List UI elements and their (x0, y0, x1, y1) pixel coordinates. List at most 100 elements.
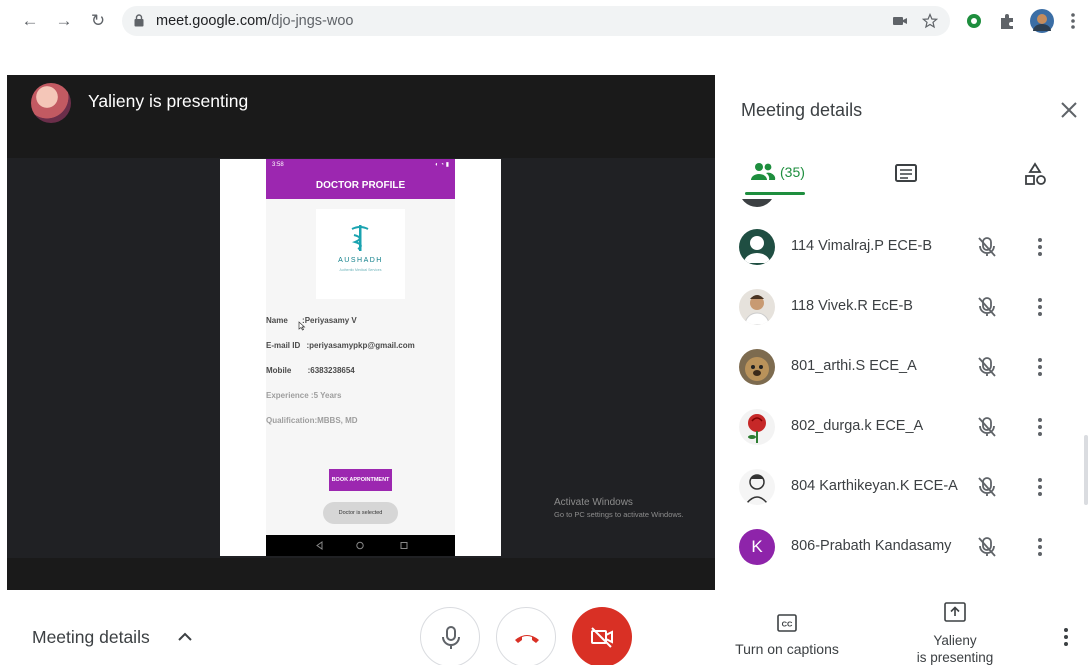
book-appointment-button: BOOK APPOINTMENT (329, 469, 392, 491)
participant-row[interactable]: 118 Vivek.R EcE-B (715, 277, 1089, 337)
phone-nav-icons (316, 541, 408, 550)
chevron-up-icon[interactable] (176, 628, 194, 646)
avatar-initial: K (739, 529, 775, 565)
participant-row[interactable]: 802_durga.k ECE_A (715, 397, 1089, 457)
microphone-button[interactable] (420, 607, 480, 665)
back-arrow-icon[interactable]: ← (18, 9, 42, 33)
lock-icon (134, 14, 144, 27)
mouse-cursor-icon (298, 321, 306, 331)
meet-window: ← → ↻ meet.google.com/djo-jngs-woo Yalie… (0, 0, 1089, 665)
phone-status-bar: 3:58 ◐ ◔ ▮ (266, 159, 455, 171)
avatar (739, 229, 775, 265)
activate-windows-watermark: Activate Windows Go to PC settings to ac… (554, 497, 684, 519)
tab-people[interactable]: (35) (750, 159, 810, 189)
participant-name: 114 Vimalraj.P ECE-B (791, 238, 933, 254)
caduceus-logo-icon (351, 225, 369, 251)
activities-icon[interactable] (1022, 159, 1048, 189)
stage-bottom-strip (7, 558, 715, 590)
panel-title: Meeting details (741, 100, 863, 120)
mic-off-icon (978, 297, 996, 317)
meeting-details-button[interactable]: Meeting details (32, 627, 150, 648)
extension-icon[interactable] (964, 11, 984, 31)
watermark-subtitle: Go to PC settings to activate Windows. (554, 510, 684, 519)
more-options-icon[interactable] (1059, 625, 1073, 649)
doctor-mobile-row: Mobile :6383238654 (266, 366, 355, 375)
default-person-icon (744, 236, 770, 263)
phone-screen: 3:58 ◐ ◔ ▮ DOCTOR PROFILE AUSHADH Authen… (266, 159, 455, 556)
presenting-line-2: is presenting (916, 650, 994, 665)
more-options-icon[interactable] (1033, 475, 1047, 499)
mic-off-icon (978, 417, 996, 437)
name-value: :Periyasamy V (302, 316, 357, 325)
captions-label: Turn on captions (735, 641, 839, 657)
watermark-title: Activate Windows (554, 497, 633, 508)
partial-participant-avatar (739, 199, 775, 207)
more-options-icon[interactable] (1033, 415, 1047, 439)
url-text: meet.google.com/djo-jngs-woo (156, 13, 353, 29)
more-options-icon[interactable] (1033, 295, 1047, 319)
participant-name: 118 Vivek.R EcE-B (791, 298, 913, 314)
forward-arrow-icon[interactable]: → (52, 9, 76, 33)
presenter-avatar (31, 83, 71, 123)
participant-row[interactable]: K 806-Prabath Kandasamy (715, 517, 1089, 577)
avatar (739, 289, 775, 325)
participant-row[interactable]: 801_arthi.S ECE_A (715, 337, 1089, 397)
leave-call-button[interactable] (496, 607, 556, 665)
participant-name: 804 Karthikeyan.K ECE-A (791, 478, 958, 494)
toast-message: Doctor is selected (323, 502, 398, 524)
browser-menu-icon[interactable] (1066, 11, 1080, 31)
panel-scrollbar[interactable] (1084, 435, 1088, 505)
phone-app-title: DOCTOR PROFILE (266, 171, 455, 199)
people-count: (35) (780, 164, 805, 180)
people-icon (751, 163, 776, 180)
dog-photo-avatar-icon (745, 357, 769, 381)
participant-row[interactable]: 804 Karthikeyan.K ECE-A (715, 457, 1089, 517)
aushadh-logo: AUSHADH Authentic Medical Services (316, 209, 405, 299)
presentation-stage: Yalieny is presenting 3:58 ◐ ◔ ▮ DOCTOR … (7, 75, 715, 590)
close-icon[interactable] (1058, 99, 1080, 121)
phone-nav-bar (266, 535, 455, 556)
url-host: meet.google.com/ (156, 13, 272, 29)
doctor-experience: Experience :5 Years (266, 391, 342, 400)
chat-icon[interactable] (893, 159, 919, 189)
camera-off-icon (591, 627, 613, 648)
mic-off-icon (978, 537, 996, 557)
presenting-line-1: Yalieny (933, 633, 977, 648)
present-screen-icon (944, 602, 966, 622)
camera-off-button[interactable] (572, 607, 632, 665)
microphone-icon (442, 626, 460, 649)
presenting-label: Yalieny is presenting (900, 632, 1010, 665)
name-label: Name (266, 316, 288, 325)
participant-name: 802_durga.k ECE_A (791, 418, 924, 434)
closed-captions-icon: CC (777, 614, 797, 632)
shared-screen: 3:58 ◐ ◔ ▮ DOCTOR PROFILE AUSHADH Authen… (220, 159, 501, 556)
participant-row[interactable]: 114 Vimalraj.P ECE-B (715, 217, 1089, 277)
avatar (739, 469, 775, 505)
captions-button[interactable]: CC Turn on captions (728, 610, 846, 660)
avatar (739, 349, 775, 385)
presenter-bar: Yalieny is presenting (7, 75, 715, 158)
logo-tagline: Authentic Medical Services (339, 268, 382, 272)
phone-status-time: 3:58 (272, 162, 284, 168)
more-options-icon[interactable] (1033, 235, 1047, 259)
doctor-email-row: E-mail ID :periyasamypkp@gmail.com (266, 341, 415, 350)
presenting-button[interactable]: Yalieny is presenting (900, 602, 1010, 665)
reload-icon[interactable]: ↻ (86, 9, 110, 33)
mic-off-icon (978, 357, 996, 377)
profile-avatar-icon[interactable] (1030, 9, 1054, 33)
mic-off-icon (978, 237, 996, 257)
doctor-name-row: Name :Periyasamy V (266, 316, 357, 325)
mobile-label: Mobile (266, 366, 292, 375)
participant-list[interactable]: 114 Vimalraj.P ECE-B 118 Vivek.R EcE-B 8… (715, 199, 1089, 590)
camera-indicator-icon[interactable] (892, 13, 908, 29)
star-icon[interactable] (922, 13, 938, 29)
more-options-icon[interactable] (1033, 535, 1047, 559)
puzzle-icon[interactable] (997, 11, 1017, 31)
svg-text:CC: CC (782, 620, 793, 629)
sketch-avatar-icon (746, 474, 768, 504)
doctor-qualification: Qualification:MBBS, MD (266, 416, 358, 425)
address-bar[interactable]: meet.google.com/djo-jngs-woo (122, 6, 950, 36)
email-label: E-mail ID (266, 341, 301, 350)
more-options-icon[interactable] (1033, 355, 1047, 379)
hang-up-icon (515, 635, 539, 643)
